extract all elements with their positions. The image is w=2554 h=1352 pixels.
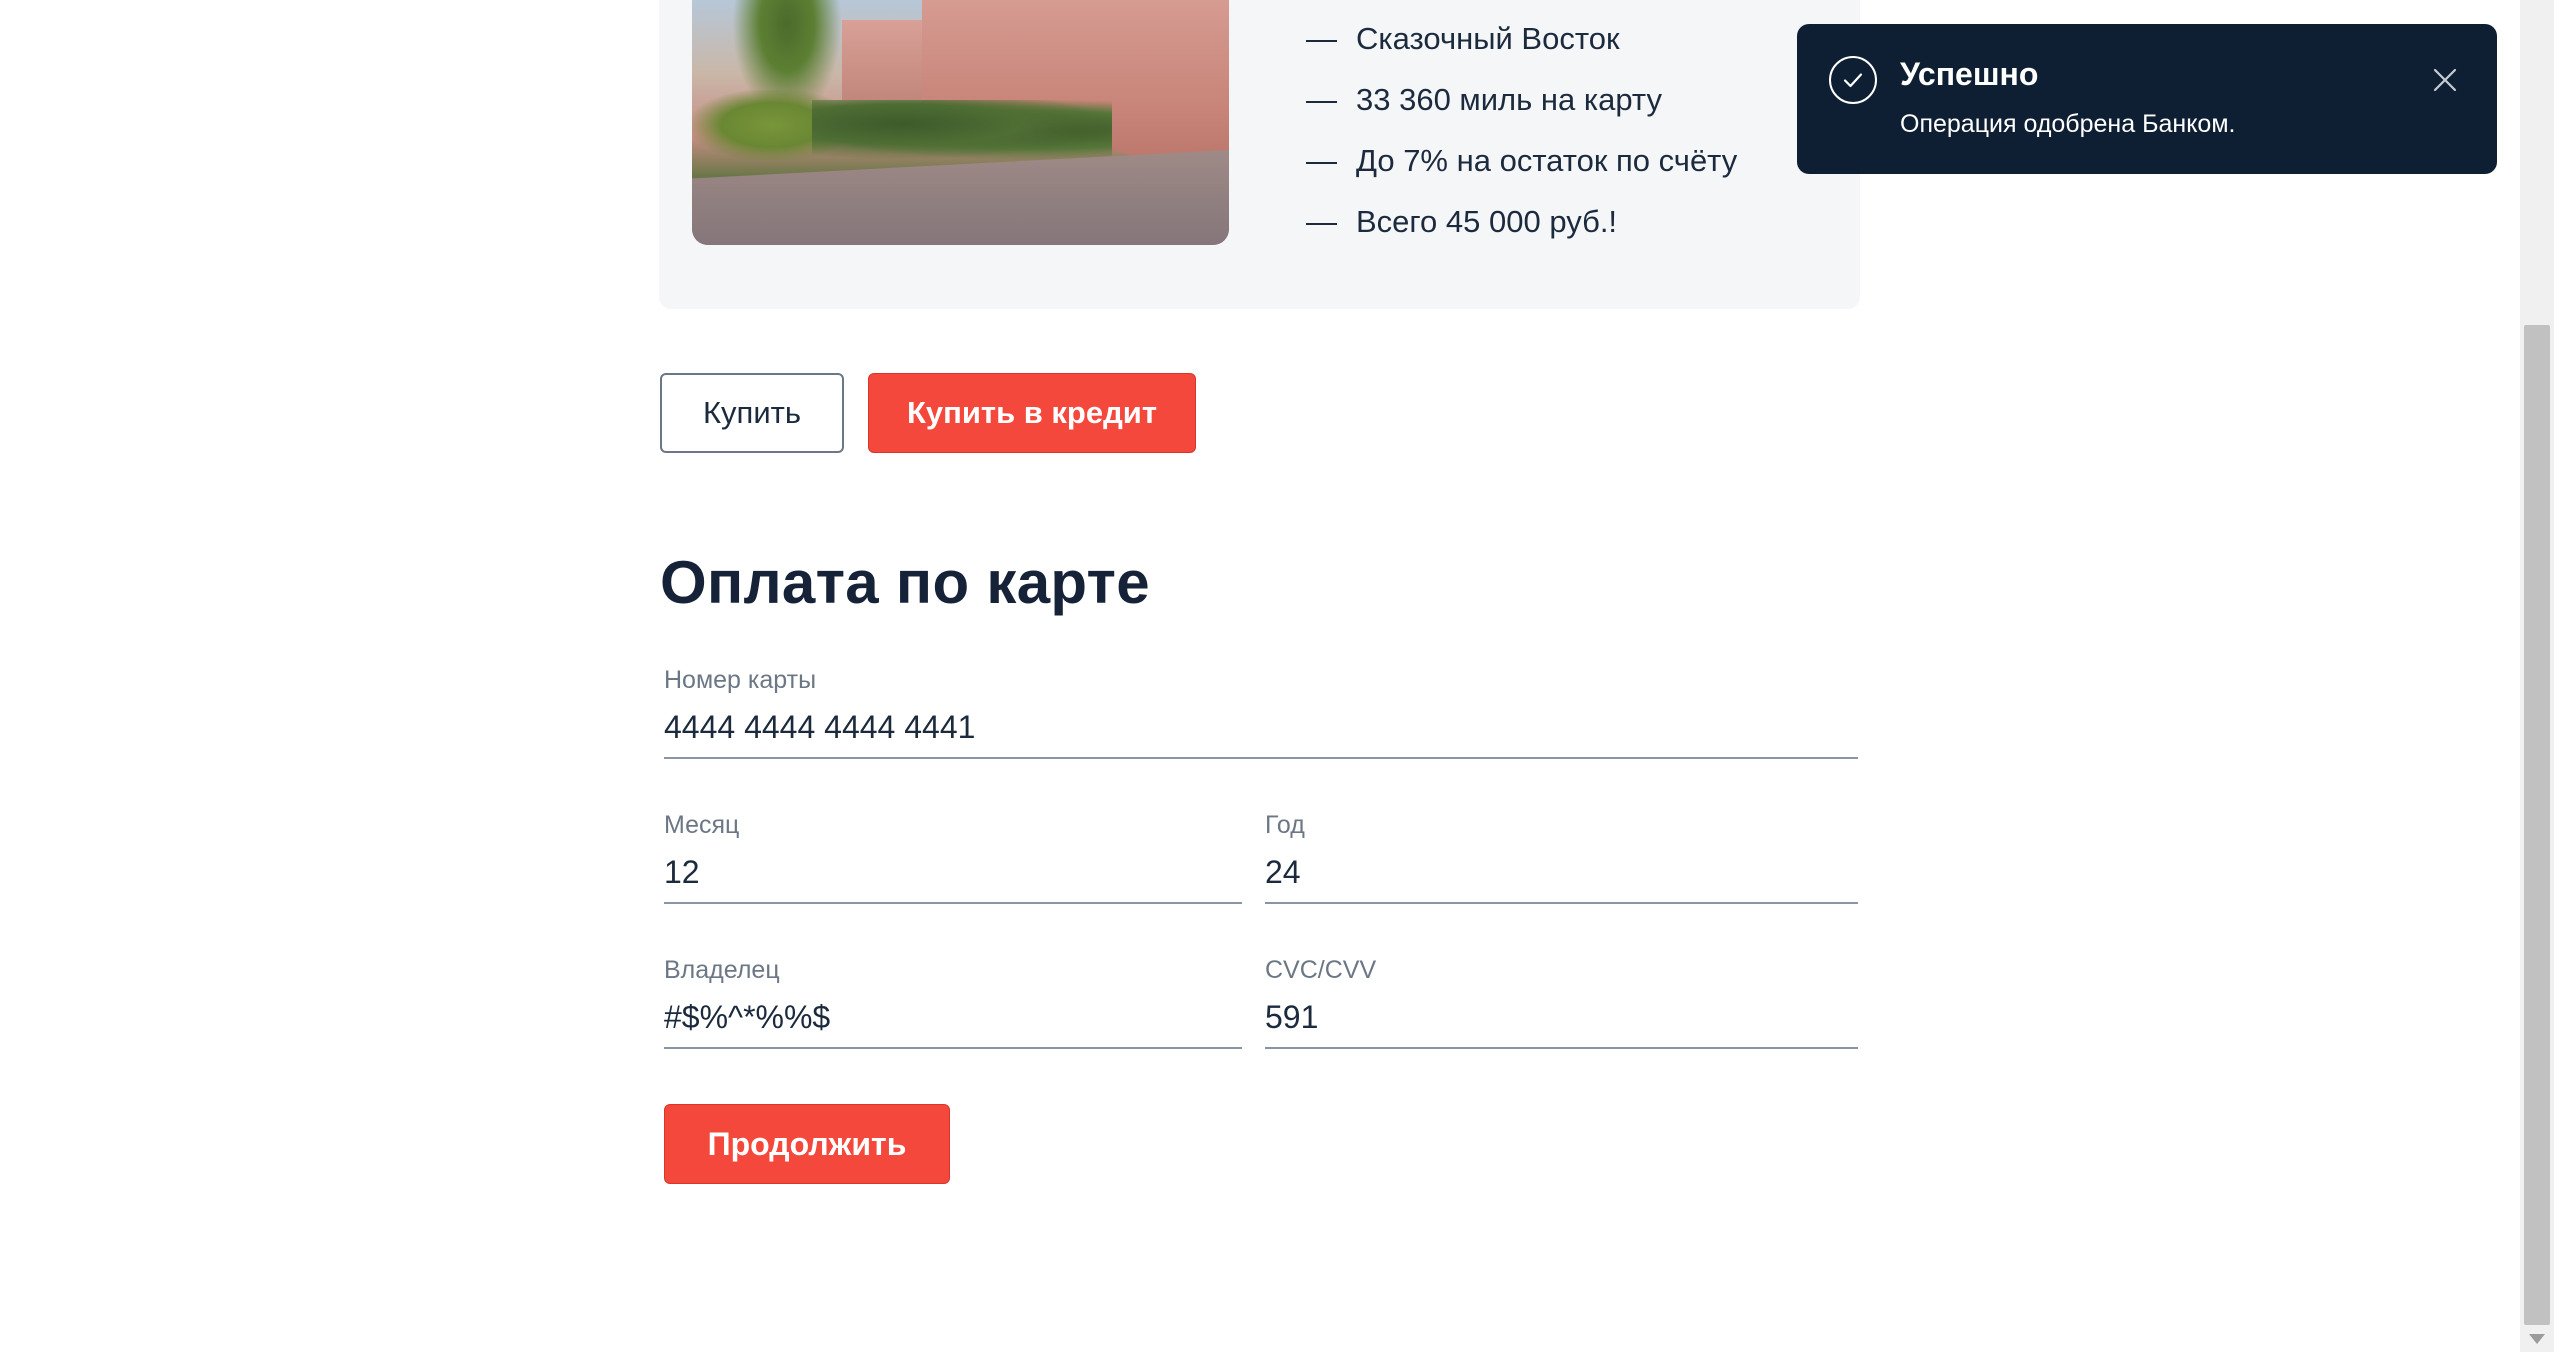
card-number-input[interactable] bbox=[664, 705, 1858, 759]
dash-marker: — bbox=[1306, 81, 1337, 117]
check-circle-icon bbox=[1829, 56, 1877, 104]
month-input[interactable] bbox=[664, 850, 1242, 904]
scroll-down-arrow-icon[interactable] bbox=[2529, 1334, 2545, 1344]
dash-marker: — bbox=[1306, 20, 1337, 56]
dash-marker: — bbox=[1306, 203, 1337, 239]
feature-text: До 7% на остаток по счёту bbox=[1356, 142, 1738, 178]
owner-input[interactable] bbox=[664, 995, 1242, 1049]
page: — Сказочный Восток — 33 360 миль на карт… bbox=[0, 0, 2554, 1352]
card-number-label: Номер карты bbox=[664, 666, 817, 694]
feature-item: — 33 360 миль на карту bbox=[1306, 69, 1737, 130]
feature-item: — До 7% на остаток по счёту bbox=[1306, 130, 1737, 191]
month-label: Месяц bbox=[664, 811, 740, 839]
page-scrollbar[interactable] bbox=[2520, 0, 2554, 1352]
tour-features-list: — Сказочный Восток — 33 360 миль на карт… bbox=[1306, 8, 1737, 252]
buy-button[interactable]: Купить bbox=[660, 373, 844, 453]
tour-image bbox=[692, 0, 1229, 245]
owner-label: Владелец bbox=[664, 956, 780, 984]
feature-item: — Сказочный Восток bbox=[1306, 8, 1737, 69]
feature-item: — Всего 45 000 руб.! bbox=[1306, 191, 1737, 252]
feature-text: Всего 45 000 руб.! bbox=[1356, 203, 1618, 239]
cvc-field: CVC/CVV bbox=[1265, 955, 1858, 1049]
year-field: Год bbox=[1265, 810, 1858, 904]
card-number-field: Номер карты bbox=[664, 665, 1858, 759]
cvc-label: CVC/CVV bbox=[1265, 956, 1377, 984]
owner-field: Владелец bbox=[664, 955, 1242, 1049]
buy-on-credit-button[interactable]: Купить в кредит bbox=[868, 373, 1196, 453]
year-input[interactable] bbox=[1265, 850, 1858, 904]
continue-button[interactable]: Продолжить bbox=[664, 1104, 950, 1184]
feature-text: 33 360 миль на карту bbox=[1356, 81, 1662, 117]
dash-marker: — bbox=[1306, 142, 1337, 178]
close-icon[interactable] bbox=[2427, 62, 2463, 98]
toast-message: Операция одобрена Банком. bbox=[1900, 110, 2236, 138]
month-field: Месяц bbox=[664, 810, 1242, 904]
cvc-input[interactable] bbox=[1265, 995, 1858, 1049]
feature-text: Сказочный Восток bbox=[1356, 20, 1620, 56]
toast-title: Успешно bbox=[1900, 56, 2039, 92]
year-label: Год bbox=[1265, 811, 1305, 839]
payment-form-title: Оплата по карте bbox=[660, 549, 1150, 616]
success-toast: Успешно Операция одобрена Банком. bbox=[1797, 24, 2497, 174]
scrollbar-thumb[interactable] bbox=[2524, 325, 2550, 1325]
